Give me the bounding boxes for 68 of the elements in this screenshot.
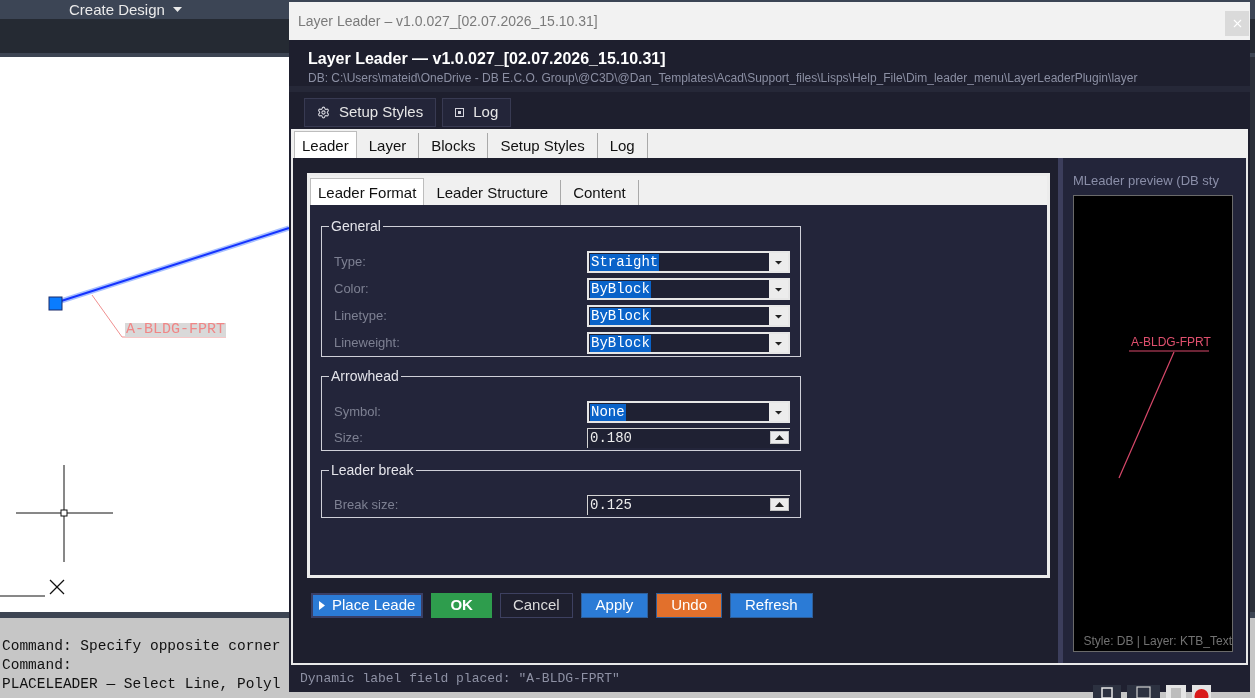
field-value: 0.125	[589, 497, 633, 514]
preview-title: MLeader preview (DB sty	[1073, 172, 1220, 190]
dialog-title: Layer Leader — v1.0.027_[02.07.2026_15.10.31]	[308, 49, 666, 69]
tab[interactable]: Leader Format	[310, 178, 425, 205]
command-line: Command: Specify opposite corner	[2, 637, 281, 656]
tab[interactable]: Layer	[356, 133, 420, 158]
caret-icon	[769, 280, 788, 298]
preview-footer: Style: DB | Layer: KTB_Text	[1083, 634, 1232, 648]
field-label: Linetype:	[334, 308, 387, 324]
field-label: Lineweight:	[334, 335, 400, 351]
caret-icon	[769, 253, 788, 271]
place-leader-button[interactable]: Place Leade	[311, 593, 424, 618]
tab[interactable]: Leader Structure	[424, 180, 562, 205]
database-path: DB: C:\Users\mateid\OneDrive - DB E.C.O. Group\@C3D\@Dan_Templates\Acad\Support_files\Lisps\Help_File\Dim_leader_menu\LayerLeaderPlugin\layer	[308, 70, 1138, 86]
field-label: Break size:	[334, 497, 399, 513]
group-title: General	[330, 217, 382, 235]
group-title: Arrowhead	[330, 367, 400, 385]
gear-icon	[317, 106, 330, 119]
line-segment	[0, 595, 46, 597]
refresh-button[interactable]: Refresh	[730, 593, 813, 618]
field-value: ByBlock	[590, 334, 651, 352]
apply-button[interactable]: Apply	[580, 593, 649, 618]
field-label: Type:	[334, 254, 366, 270]
status-message: Dynamic label field placed: "A-BLDG-FPRT"	[300, 669, 620, 688]
up-triangle-icon	[775, 502, 784, 507]
dropdown[interactable]: ByBlock	[587, 278, 790, 300]
ribbon-menu[interactable]: Create Design	[69, 0, 182, 19]
number-field[interactable]: 0.125	[587, 495, 790, 515]
spin-up-button[interactable]	[770, 498, 789, 511]
field-value: ByBlock	[590, 307, 651, 325]
caret-icon	[172, 7, 182, 12]
caret-icon	[769, 307, 788, 325]
window-title: Layer Leader – v1.0.027_[02.07.2026_15.10.31]	[298, 11, 598, 31]
caret-icon	[769, 334, 788, 352]
dropdown[interactable]: None	[587, 401, 790, 423]
window-icon[interactable]	[1127, 685, 1160, 698]
tab[interactable]: Content	[561, 180, 639, 205]
field-label: Symbol:	[334, 404, 381, 420]
leader-label: A-BLDG-FPRT	[125, 323, 227, 337]
field-value: 0.180	[589, 430, 633, 447]
play-icon	[319, 601, 325, 610]
tab[interactable]: Log	[442, 98, 512, 127]
command-line: PLACELEADER — Select Line, Polyl	[2, 675, 281, 694]
dropdown[interactable]: Straight	[587, 251, 790, 273]
tab[interactable]: Leader	[294, 131, 357, 158]
field-value: None	[590, 403, 626, 421]
tab[interactable]: Log	[597, 133, 648, 158]
caret-icon	[769, 403, 788, 421]
tab[interactable]: Setup Styles	[304, 98, 437, 127]
x-mark	[49, 579, 65, 595]
leader-label: A-BLDG-FPRT	[1131, 335, 1211, 349]
group-title: Leader break	[330, 461, 415, 479]
spin-up-button[interactable]	[770, 431, 789, 444]
square-dot-icon	[455, 108, 465, 117]
cancel-button[interactable]: Cancel	[499, 593, 573, 618]
tab[interactable]: Blocks	[419, 133, 489, 158]
grip-handle[interactable]	[48, 296, 63, 311]
field-value: ByBlock	[590, 280, 651, 298]
tile-icon[interactable]	[1093, 685, 1121, 698]
command-line: Command:	[2, 656, 72, 675]
number-field[interactable]: 0.180	[587, 428, 790, 448]
field-label: Color:	[334, 281, 369, 297]
field-label: Size:	[334, 430, 363, 446]
up-triangle-icon	[775, 435, 784, 440]
dropdown[interactable]: ByBlock	[587, 332, 790, 354]
field-value: Straight	[590, 253, 660, 271]
dropdown[interactable]: ByBlock	[587, 305, 790, 327]
tab[interactable]: Setup Styles	[488, 133, 598, 158]
